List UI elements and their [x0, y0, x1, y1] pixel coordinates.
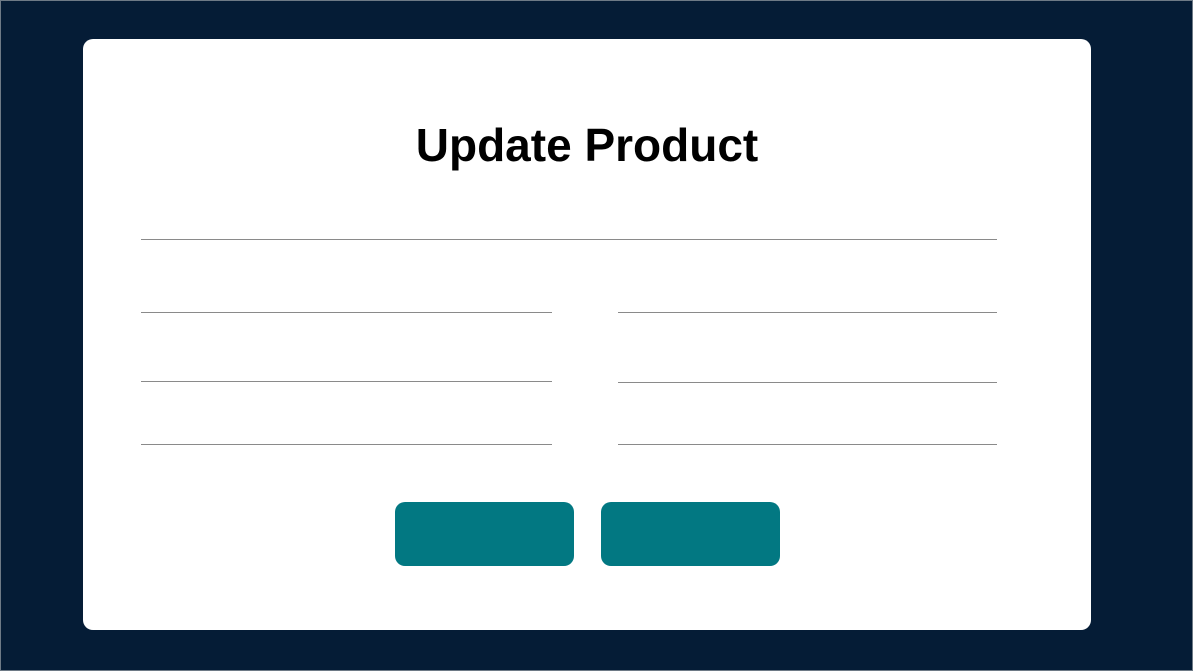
- update-product-card: Update Product: [83, 39, 1091, 630]
- update-button[interactable]: [395, 502, 574, 566]
- product-name-field[interactable]: [141, 210, 997, 240]
- product-field-right-3[interactable]: [618, 415, 997, 445]
- product-field-left-3[interactable]: [141, 415, 552, 445]
- cancel-button[interactable]: [601, 502, 780, 566]
- page-title: Update Product: [415, 119, 759, 171]
- product-field-right-1[interactable]: [618, 283, 997, 313]
- product-field-left-2[interactable]: [141, 352, 552, 382]
- product-field-right-2[interactable]: [618, 353, 997, 383]
- product-field-left-1[interactable]: [141, 283, 552, 313]
